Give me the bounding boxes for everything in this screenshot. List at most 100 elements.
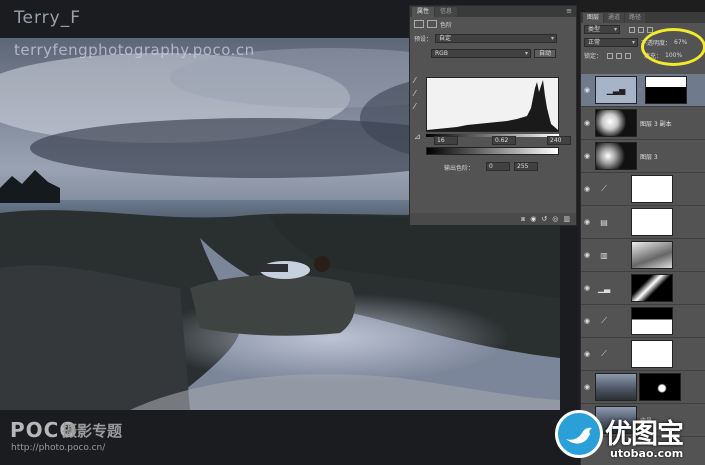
auto-button[interactable]: 自动 (534, 49, 557, 58)
layer-gradient[interactable]: ◉ ⟋ (581, 338, 705, 371)
eye-icon[interactable]: ◉ (581, 119, 593, 127)
properties-panel: 属性 信息 ≡ 色阶 预设： 自定 RGB 自动 ⁄ ⁄ ⁄ ⊿ 16 0.62… (409, 5, 577, 226)
tab-paths[interactable]: 路径 (625, 13, 646, 23)
properties-tabbar: 属性 信息 (410, 6, 576, 17)
lock-all-icon[interactable] (625, 52, 632, 59)
layer-mask-thumb[interactable] (631, 208, 673, 236)
adjustment-header: 色阶 (410, 17, 576, 31)
eye-icon[interactable]: ◉ (581, 350, 593, 358)
levels-adjustment-icon (414, 20, 424, 28)
preset-label: 预设： (414, 36, 433, 43)
white-eyedropper-icon[interactable]: ⁄ (414, 102, 415, 111)
layers-panel: 图层 通道 路径 类型 正常 不透明度： 67% 锁定： 填充： 100% ◉ … (580, 12, 705, 465)
levels-thumb-icon: ▁▃▅ (595, 76, 637, 104)
gray-eyedropper-icon[interactable]: ⁄ (414, 89, 415, 98)
pixel-filter-icon[interactable] (629, 26, 635, 33)
layer-pixel[interactable]: ◉ 图层 3 (581, 140, 705, 173)
link-icon: · (639, 86, 641, 94)
channel-row: RGB 自动 (410, 46, 576, 61)
layer-mask-thumb[interactable] (639, 373, 681, 401)
poco-url: http://photo.poco.cn/ (11, 443, 106, 453)
input-white-field[interactable]: 240 (547, 136, 571, 145)
curves-adjustment-icon: ⟋ (601, 316, 607, 325)
utobao-logo: 优图宝 utobao.com (555, 410, 705, 465)
histogram (426, 77, 559, 132)
layer-hue[interactable]: ◉ ▤ (581, 206, 705, 239)
layer-photo-mask[interactable]: ◉ (581, 371, 705, 404)
watermark-title: Terry_F (14, 8, 81, 28)
preset-row: 预设： 自定 (410, 31, 576, 46)
bird-glyph (566, 427, 592, 444)
blend-mode-select[interactable]: 正常 (584, 38, 638, 47)
reset-icon[interactable]: ↺ (541, 215, 547, 223)
input-black-field[interactable]: 16 (434, 136, 458, 145)
eye-icon[interactable]: ◉ (581, 317, 593, 325)
layer-name: 图层 3 副本 (640, 120, 672, 128)
properties-footer: ⧈ ◉ ↺ ◎ ▥ (410, 213, 576, 225)
input-gamma-field[interactable]: 0.62 (492, 136, 516, 145)
opacity-highlight-ring (641, 28, 705, 66)
layer-name: 图层 3 (640, 153, 658, 161)
eyedropper-tools: ⁄ ⁄ ⁄ (414, 76, 415, 111)
eye-icon[interactable]: ◉ (581, 284, 593, 292)
histogram-graph (427, 80, 558, 131)
output-white-field[interactable]: 255 (514, 162, 538, 171)
adjust-filter-icon[interactable] (638, 26, 644, 33)
eye-icon[interactable]: ◉ (581, 251, 593, 259)
eye-icon[interactable]: ◉ (581, 86, 593, 94)
channel-select[interactable]: RGB (431, 49, 531, 58)
layer-thumb (595, 373, 637, 401)
tab-layers[interactable]: 图层 (583, 13, 604, 23)
lock-label: 锁定： (584, 53, 603, 60)
clip-icon[interactable]: ⧈ (521, 215, 525, 224)
mask-icon[interactable] (427, 20, 437, 28)
preset-select[interactable]: 自定 (435, 34, 558, 43)
eye-icon[interactable]: ◉ (581, 185, 593, 193)
layer-thumb (595, 109, 637, 137)
watermark-url: terryfengphotography.poco.cn (14, 41, 255, 59)
eye-icon[interactable]: ◉ (581, 152, 593, 160)
brand-url: utobao.com (610, 447, 684, 460)
eye-toggle-icon[interactable]: ◉ (530, 215, 536, 223)
layer-mask-thumb[interactable] (631, 307, 673, 335)
layer-thumb (595, 142, 637, 170)
layer-levels-top[interactable]: ◉ ▁▃▅ · (581, 74, 705, 107)
bird-icon (555, 410, 603, 458)
tab-properties[interactable]: 属性 (412, 7, 435, 17)
gradient-adjustment-icon: ⟋ (601, 349, 607, 358)
curves-adjustment-icon: ⟋ (601, 184, 607, 193)
layer-channel-mixer[interactable]: ◉ ▥ (581, 239, 705, 272)
hue-adjustment-icon: ▤ (600, 217, 608, 227)
eye-icon[interactable]: ◉ (581, 218, 593, 226)
tab-info[interactable]: 信息 (435, 7, 458, 17)
eye-icon[interactable]: ◉ (581, 383, 593, 391)
panel-menu-icon[interactable]: ≡ (566, 7, 572, 15)
output-black-field[interactable]: 0 (486, 162, 510, 171)
layer-mask-thumb[interactable] (631, 175, 673, 203)
layer-mask-thumb[interactable] (631, 340, 673, 368)
trash-icon[interactable]: ▥ (563, 215, 570, 223)
poco-subtitle: 摄影专题 (62, 422, 123, 440)
layer-mask-thumb[interactable] (631, 241, 673, 269)
layer-pixel-copy[interactable]: ◉ 图层 3 副本 (581, 107, 705, 140)
lock-pixels-icon[interactable] (607, 52, 614, 59)
visibility-icon[interactable]: ◎ (552, 215, 558, 223)
layers-tabbar: 图层 通道 路径 (581, 12, 705, 23)
layer-filter-select[interactable]: 类型 (584, 25, 620, 34)
layer-mask-thumb[interactable] (631, 274, 673, 302)
filter-icons (629, 26, 653, 33)
layer-curves-2[interactable]: ◉ ⟋ (581, 305, 705, 338)
output-levels-row: 输出色阶： 0 255 (414, 161, 574, 173)
layer-levels[interactable]: ◉ ▁▃ (581, 272, 705, 305)
output-levels-gradient[interactable] (426, 147, 559, 155)
layer-mask-thumb[interactable] (645, 76, 687, 104)
layer-curves[interactable]: ◉ ⟋ (581, 173, 705, 206)
tab-channels[interactable]: 通道 (604, 13, 625, 23)
black-eyedropper-icon[interactable]: ⁄ (414, 76, 415, 85)
channel-mixer-icon: ▥ (600, 250, 608, 260)
lock-icons (607, 52, 632, 59)
layer-list: ◉ ▁▃▅ · ◉ 图层 3 副本 ◉ 图层 3 ◉ ⟋ ◉ ▤ ◉ ▥ ◉ ▁… (581, 74, 705, 437)
brand-name: 优图宝 (605, 419, 684, 450)
input-levels-row: ⊿ 16 0.62 240 (414, 132, 574, 146)
lock-position-icon[interactable] (616, 52, 623, 59)
